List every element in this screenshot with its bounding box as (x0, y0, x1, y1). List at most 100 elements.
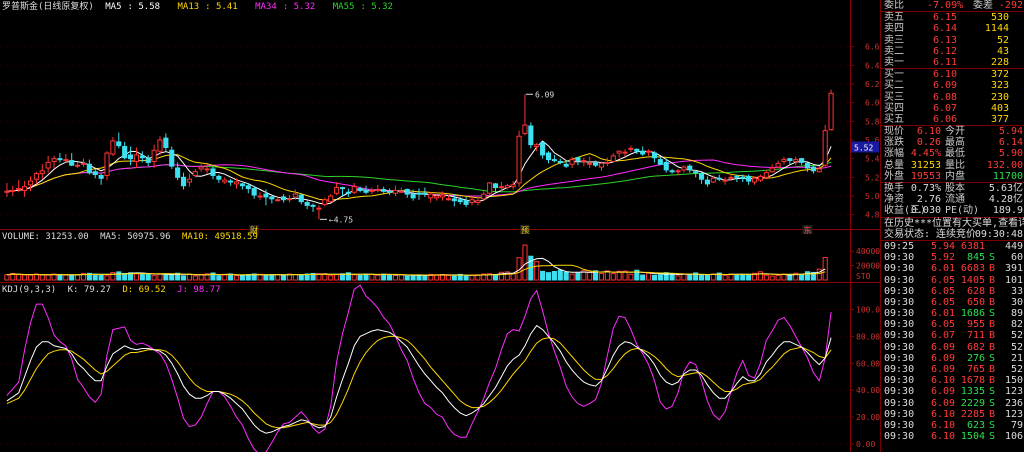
trade-volume: 650 (966, 296, 985, 308)
candle (269, 196, 275, 200)
candle (339, 187, 346, 190)
trade-time: 09:30 (884, 330, 915, 342)
candle (751, 177, 758, 183)
candle (622, 151, 628, 154)
candle (698, 173, 705, 180)
volume-bar (369, 273, 375, 281)
volume-bar (351, 274, 357, 281)
volume-bar (133, 273, 140, 281)
candle (704, 179, 711, 185)
volume-bar (463, 275, 469, 281)
candle (787, 158, 793, 162)
volume-bar (445, 274, 451, 281)
volume-tick-label: 40000 (856, 247, 880, 256)
volume-bar (775, 274, 781, 281)
volume-bar (263, 274, 269, 281)
trade-volume: 623 (966, 419, 985, 431)
event-marker-label: 东 (804, 225, 812, 235)
weibi-row: 委比 -7.09% 委差 -292 (881, 0, 1024, 11)
candle (98, 174, 104, 179)
trade-ticks[interactable]: 09:25 5.94 6381 449 09:30 5.92 845 S 60 09:30 6.01… (881, 241, 1024, 442)
candle (139, 155, 145, 159)
bid-price: 6.08 (933, 91, 958, 103)
trade-time: 09:30 (884, 397, 915, 409)
ma5-label: MA5: 5.58 (105, 2, 161, 12)
stat-label: PE(动) (945, 205, 980, 217)
notice-row[interactable]: 在历史***位置有大买单,查看详情 (881, 218, 1024, 229)
candle (734, 175, 740, 178)
candle (175, 167, 181, 178)
trade-price: 6.09 (931, 341, 956, 353)
candle (628, 147, 634, 150)
candle (281, 196, 287, 201)
volume-bar (39, 274, 45, 281)
quote-stats-2: 换手 0.73% 股本 5.63亿 净资 2.76 流通 4.28亿 收益(三) 0.030 PE(… (881, 183, 1024, 217)
price-tick-label: 6.00 (865, 99, 880, 108)
candle (57, 158, 63, 161)
stat-label: 内盘 (945, 170, 965, 182)
big-order-notice[interactable]: 在历史***位置有大买单,查看详情 (884, 218, 1024, 229)
kdj-j-line (6, 284, 832, 452)
volume-bar (180, 275, 187, 281)
trade-row: 09:30 6.09 2229 S 236 (881, 398, 1024, 409)
trade-side: S (988, 419, 995, 431)
candle (298, 194, 304, 203)
stat-value: 19553 (910, 170, 941, 182)
bid-book: 买一 6.10 372 买二 6.09 323 买三 6.08 230 买四 6.07 403 买五 6.… (881, 69, 1024, 125)
stat-label: 量比 (945, 159, 965, 171)
trade-volume: 711 (966, 330, 985, 342)
ask-volume: 52 (996, 34, 1009, 46)
status-row: 交易状态: 连续竞价 09:30:48 (881, 229, 1024, 240)
trade-count: 106 (1004, 431, 1023, 443)
stat-label: 今开 (945, 126, 965, 138)
volume-bar (198, 274, 204, 281)
volume-bar (551, 271, 557, 281)
volume-bar (557, 269, 563, 281)
trade-row: 09:30 6.10 1504 S 106 (881, 431, 1024, 442)
volume-bar (757, 271, 763, 281)
trade-side: S (988, 397, 995, 409)
price-tick-label: 6.20 (865, 80, 880, 89)
candle (793, 159, 799, 162)
status-time: 09:30:48 (974, 228, 1023, 240)
chart-area[interactable]: 6.606.406.206.005.805.605.405.205.004.80… (0, 0, 880, 452)
candle (369, 189, 375, 192)
candle (292, 193, 298, 198)
trade-count: 449 (1004, 240, 1023, 252)
volume-bar (610, 273, 616, 281)
stat-value: 4.45% (910, 148, 941, 160)
candle (781, 159, 787, 162)
bid-label: 买五 (884, 113, 904, 125)
volume-bar (104, 275, 110, 281)
trade-count: 30 (1010, 296, 1023, 308)
chart-canvas[interactable]: 6.606.406.206.005.805.605.405.205.004.80… (0, 0, 880, 452)
candle (469, 199, 475, 204)
trade-time: 09:30 (884, 252, 915, 264)
candle (540, 142, 546, 156)
volume-bar (422, 275, 428, 281)
candle (593, 161, 599, 166)
trade-side: B (988, 364, 995, 375)
volume-bar (640, 274, 646, 281)
candle (640, 150, 646, 155)
candle (710, 177, 716, 183)
weibi-label: 委比 (884, 0, 904, 11)
candle (392, 189, 399, 194)
trade-price: 6.09 (931, 364, 956, 375)
ask-volume: 530 (990, 12, 1009, 24)
candle (434, 195, 440, 199)
trade-time: 09:30 (884, 419, 915, 431)
trade-volume: 845 (966, 252, 985, 264)
price-chart-header: 罗普斯金(日线原复权) MA5: 5.58 MA13: 5.41 MA34: 5… (2, 1, 405, 13)
candle (316, 207, 322, 210)
bid-price: 6.10 (933, 69, 958, 81)
kdj-tick-label: 20.00 (856, 413, 880, 422)
weicha-value: -292 (998, 0, 1023, 11)
bid-price: 6.09 (933, 80, 958, 92)
trade-count: 21 (1010, 352, 1023, 364)
trade-status: 交易状态: 连续竞价 (884, 228, 977, 240)
trade-time: 09:30 (884, 375, 915, 387)
ask-price: 6.13 (933, 34, 958, 46)
candle (522, 124, 528, 134)
candle (651, 152, 658, 159)
